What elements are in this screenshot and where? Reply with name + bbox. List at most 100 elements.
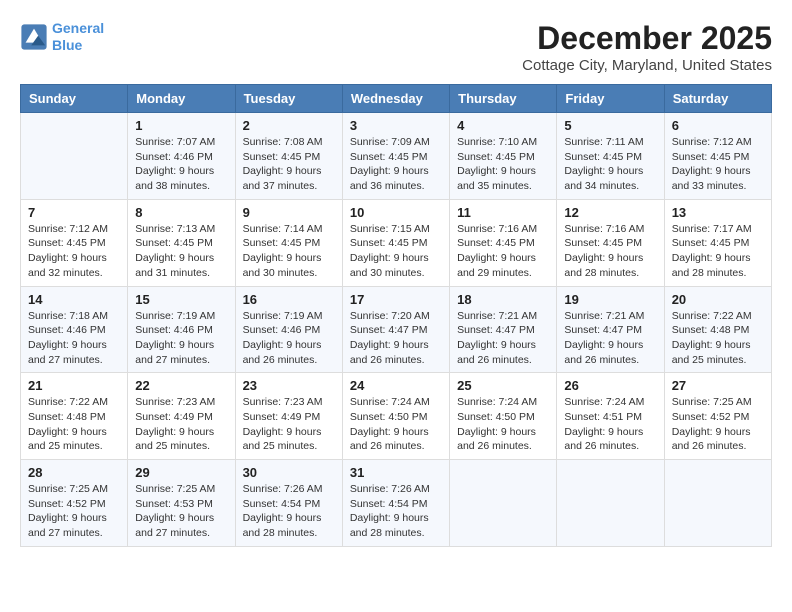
day-number: 2 xyxy=(243,118,335,133)
cell-content: Sunrise: 7:25 AM Sunset: 4:52 PM Dayligh… xyxy=(672,395,764,454)
cell-content: Sunrise: 7:15 AM Sunset: 4:45 PM Dayligh… xyxy=(350,222,442,281)
day-number: 15 xyxy=(135,292,227,307)
calendar-cell: 12 Sunrise: 7:16 AM Sunset: 4:45 PM Dayli… xyxy=(557,199,664,286)
logo-icon xyxy=(20,23,48,51)
calendar-cell xyxy=(450,460,557,547)
cell-content: Sunrise: 7:09 AM Sunset: 4:45 PM Dayligh… xyxy=(350,135,442,194)
column-header-tuesday: Tuesday xyxy=(235,85,342,113)
calendar-cell: 10 Sunrise: 7:15 AM Sunset: 4:45 PM Dayli… xyxy=(342,199,449,286)
calendar-cell: 5 Sunrise: 7:11 AM Sunset: 4:45 PM Daylig… xyxy=(557,113,664,200)
day-number: 14 xyxy=(28,292,120,307)
cell-content: Sunrise: 7:21 AM Sunset: 4:47 PM Dayligh… xyxy=(564,309,656,368)
calendar-cell: 4Sunrise: 7:10 AM Sunset: 4:45 PM Daylig… xyxy=(450,113,557,200)
calendar-cell: 7 Sunrise: 7:12 AM Sunset: 4:45 PM Daylig… xyxy=(21,199,128,286)
day-number: 5 xyxy=(564,118,656,133)
logo-line1: General xyxy=(52,20,104,36)
calendar-cell: 28 Sunrise: 7:25 AM Sunset: 4:52 PM Dayli… xyxy=(21,460,128,547)
cell-content: Sunrise: 7:12 AM Sunset: 4:45 PM Dayligh… xyxy=(28,222,120,281)
day-number: 3 xyxy=(350,118,442,133)
column-header-wednesday: Wednesday xyxy=(342,85,449,113)
calendar-cell: 21Sunrise: 7:22 AM Sunset: 4:48 PM Dayli… xyxy=(21,373,128,460)
calendar-table: SundayMondayTuesdayWednesdayThursdayFrid… xyxy=(20,84,772,547)
day-number: 23 xyxy=(243,378,335,393)
day-number: 17 xyxy=(350,292,442,307)
calendar-body: 1Sunrise: 7:07 AM Sunset: 4:46 PM Daylig… xyxy=(21,113,772,547)
subtitle: Cottage City, Maryland, United States xyxy=(522,57,772,74)
day-number: 20 xyxy=(672,292,764,307)
calendar-cell: 25 Sunrise: 7:24 AM Sunset: 4:50 PM Dayli… xyxy=(450,373,557,460)
cell-content: Sunrise: 7:26 AM Sunset: 4:54 PM Dayligh… xyxy=(350,482,442,541)
day-number: 11 xyxy=(457,205,549,220)
cell-content: Sunrise: 7:07 AM Sunset: 4:46 PM Dayligh… xyxy=(135,135,227,194)
calendar-cell: 17 Sunrise: 7:20 AM Sunset: 4:47 PM Dayli… xyxy=(342,286,449,373)
calendar-row: 14 Sunrise: 7:18 AM Sunset: 4:46 PM Dayli… xyxy=(21,286,772,373)
cell-content: Sunrise: 7:12 AM Sunset: 4:45 PM Dayligh… xyxy=(672,135,764,194)
calendar-cell: 24 Sunrise: 7:24 AM Sunset: 4:50 PM Dayli… xyxy=(342,373,449,460)
logo-line2: Blue xyxy=(52,37,82,53)
day-number: 30 xyxy=(243,465,335,480)
day-number: 28 xyxy=(28,465,120,480)
page-header: General Blue December 2025 Cottage City,… xyxy=(20,20,772,74)
calendar-cell xyxy=(21,113,128,200)
day-number: 25 xyxy=(457,378,549,393)
cell-content: Sunrise: 7:08 AM Sunset: 4:45 PM Dayligh… xyxy=(243,135,335,194)
column-header-saturday: Saturday xyxy=(664,85,771,113)
day-number: 18 xyxy=(457,292,549,307)
cell-content: Sunrise: 7:22 AM Sunset: 4:48 PM Dayligh… xyxy=(28,395,120,454)
cell-content: Sunrise: 7:25 AM Sunset: 4:53 PM Dayligh… xyxy=(135,482,227,541)
day-number: 19 xyxy=(564,292,656,307)
logo: General Blue xyxy=(20,20,104,54)
cell-content: Sunrise: 7:24 AM Sunset: 4:51 PM Dayligh… xyxy=(564,395,656,454)
cell-content: Sunrise: 7:25 AM Sunset: 4:52 PM Dayligh… xyxy=(28,482,120,541)
day-number: 7 xyxy=(28,205,120,220)
calendar-cell: 6 Sunrise: 7:12 AM Sunset: 4:45 PM Daylig… xyxy=(664,113,771,200)
cell-content: Sunrise: 7:21 AM Sunset: 4:47 PM Dayligh… xyxy=(457,309,549,368)
cell-content: Sunrise: 7:24 AM Sunset: 4:50 PM Dayligh… xyxy=(350,395,442,454)
calendar-cell: 29 Sunrise: 7:25 AM Sunset: 4:53 PM Dayli… xyxy=(128,460,235,547)
calendar-cell xyxy=(557,460,664,547)
calendar-cell: 20 Sunrise: 7:22 AM Sunset: 4:48 PM Dayli… xyxy=(664,286,771,373)
calendar-row: 1Sunrise: 7:07 AM Sunset: 4:46 PM Daylig… xyxy=(21,113,772,200)
title-block: December 2025 Cottage City, Maryland, Un… xyxy=(522,20,772,74)
day-number: 26 xyxy=(564,378,656,393)
day-number: 24 xyxy=(350,378,442,393)
cell-content: Sunrise: 7:24 AM Sunset: 4:50 PM Dayligh… xyxy=(457,395,549,454)
calendar-cell: 3 Sunrise: 7:09 AM Sunset: 4:45 PM Daylig… xyxy=(342,113,449,200)
calendar-cell: 16Sunrise: 7:19 AM Sunset: 4:46 PM Dayli… xyxy=(235,286,342,373)
column-header-friday: Friday xyxy=(557,85,664,113)
day-number: 22 xyxy=(135,378,227,393)
header-row: SundayMondayTuesdayWednesdayThursdayFrid… xyxy=(21,85,772,113)
calendar-cell: 26 Sunrise: 7:24 AM Sunset: 4:51 PM Dayli… xyxy=(557,373,664,460)
cell-content: Sunrise: 7:22 AM Sunset: 4:48 PM Dayligh… xyxy=(672,309,764,368)
calendar-row: 21Sunrise: 7:22 AM Sunset: 4:48 PM Dayli… xyxy=(21,373,772,460)
day-number: 29 xyxy=(135,465,227,480)
cell-content: Sunrise: 7:18 AM Sunset: 4:46 PM Dayligh… xyxy=(28,309,120,368)
cell-content: Sunrise: 7:16 AM Sunset: 4:45 PM Dayligh… xyxy=(564,222,656,281)
calendar-cell: 18 Sunrise: 7:21 AM Sunset: 4:47 PM Dayli… xyxy=(450,286,557,373)
logo-text: General Blue xyxy=(52,20,104,54)
column-header-monday: Monday xyxy=(128,85,235,113)
calendar-cell xyxy=(664,460,771,547)
column-header-sunday: Sunday xyxy=(21,85,128,113)
day-number: 13 xyxy=(672,205,764,220)
day-number: 6 xyxy=(672,118,764,133)
day-number: 12 xyxy=(564,205,656,220)
cell-content: Sunrise: 7:19 AM Sunset: 4:46 PM Dayligh… xyxy=(135,309,227,368)
calendar-cell: 30 Sunrise: 7:26 AM Sunset: 4:54 PM Dayli… xyxy=(235,460,342,547)
cell-content: Sunrise: 7:11 AM Sunset: 4:45 PM Dayligh… xyxy=(564,135,656,194)
cell-content: Sunrise: 7:13 AM Sunset: 4:45 PM Dayligh… xyxy=(135,222,227,281)
calendar-header: SundayMondayTuesdayWednesdayThursdayFrid… xyxy=(21,85,772,113)
day-number: 27 xyxy=(672,378,764,393)
main-title: December 2025 xyxy=(522,20,772,57)
calendar-cell: 31Sunrise: 7:26 AM Sunset: 4:54 PM Dayli… xyxy=(342,460,449,547)
cell-content: Sunrise: 7:16 AM Sunset: 4:45 PM Dayligh… xyxy=(457,222,549,281)
calendar-cell: 22Sunrise: 7:23 AM Sunset: 4:49 PM Dayli… xyxy=(128,373,235,460)
day-number: 10 xyxy=(350,205,442,220)
cell-content: Sunrise: 7:14 AM Sunset: 4:45 PM Dayligh… xyxy=(243,222,335,281)
cell-content: Sunrise: 7:26 AM Sunset: 4:54 PM Dayligh… xyxy=(243,482,335,541)
cell-content: Sunrise: 7:20 AM Sunset: 4:47 PM Dayligh… xyxy=(350,309,442,368)
calendar-cell: 15 Sunrise: 7:19 AM Sunset: 4:46 PM Dayli… xyxy=(128,286,235,373)
calendar-cell: 23Sunrise: 7:23 AM Sunset: 4:49 PM Dayli… xyxy=(235,373,342,460)
calendar-row: 7 Sunrise: 7:12 AM Sunset: 4:45 PM Daylig… xyxy=(21,199,772,286)
calendar-cell: 13Sunrise: 7:17 AM Sunset: 4:45 PM Dayli… xyxy=(664,199,771,286)
